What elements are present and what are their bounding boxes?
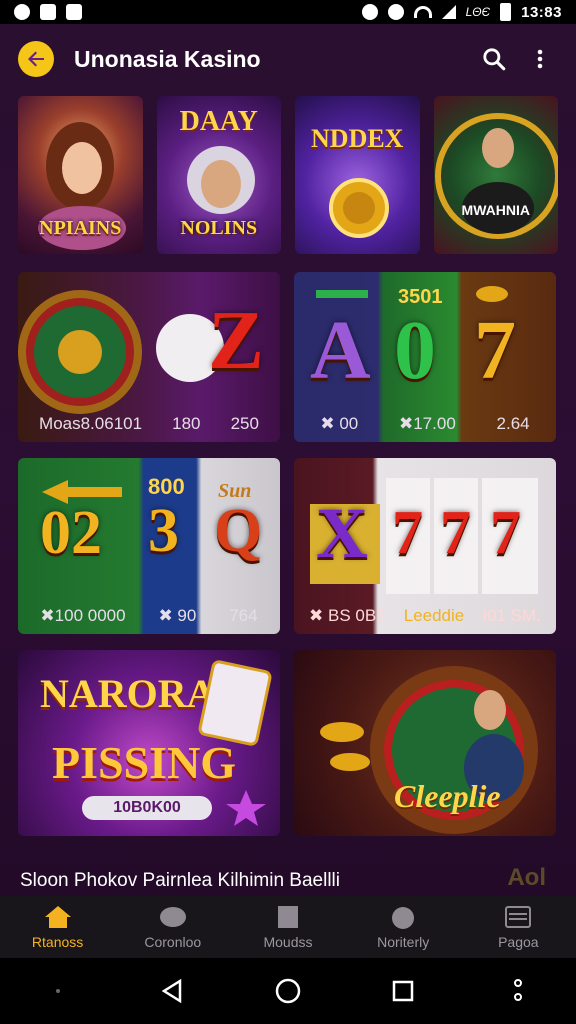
section-side-text: Aol <box>507 864 546 891</box>
nav-label: Coronloo <box>144 934 202 950</box>
triangle-back-icon <box>161 978 182 1004</box>
game-caption: ✖ 00 ✖17.00 2.64 <box>294 414 556 434</box>
search-icon <box>483 48 506 71</box>
caption-value: 250 <box>230 414 259 433</box>
slot-symbol: 3 <box>148 497 179 565</box>
home-nav-button[interactable] <box>258 971 318 1011</box>
slot-symbol: 7 <box>440 499 471 567</box>
accessibility-nav-button[interactable] <box>488 971 548 1011</box>
recents-nav-button[interactable] <box>373 971 433 1011</box>
sync-icon <box>387 4 404 20</box>
wifi-icon <box>413 6 432 18</box>
slot-symbol: 7 <box>474 304 516 397</box>
game-caption: Moas8.06101 180 250 <box>18 414 280 434</box>
featured-tile-4[interactable]: MWAHNIA <box>433 96 558 254</box>
featured-tile-label: MWAHNIA <box>461 202 530 218</box>
man-roulette-icon <box>434 113 558 239</box>
slot-symbol: X <box>316 493 368 573</box>
back-button[interactable] <box>18 41 54 77</box>
status-left <box>14 4 82 20</box>
featured-row: NPIAINS DAAY NOLINS NDDEX MWAHNIA <box>0 94 576 254</box>
sys-dot <box>28 971 88 1011</box>
back-arrow-icon <box>28 51 44 67</box>
caption-value: 764 <box>229 606 258 625</box>
gallery-icon <box>40 4 56 20</box>
nav-item-modes[interactable]: Moudss <box>233 904 343 950</box>
home-icon <box>43 904 73 930</box>
caption-value: Moas8.06101 <box>39 414 143 433</box>
caption-value: 180 <box>172 414 201 433</box>
signal-icon <box>441 5 456 19</box>
clock: 13:83 <box>521 3 562 21</box>
nav-item-notifications[interactable]: Noriterly <box>348 904 458 950</box>
list-icon <box>503 904 533 930</box>
caption-value: ✖17.00 <box>398 414 456 433</box>
status-right: LΘЄ 13:83 <box>361 3 562 21</box>
app-title: Unonasia Kasino <box>74 45 261 72</box>
game-title: Cleeplie <box>394 778 501 814</box>
game-card[interactable]: 800 Sun 02 3 Q ✖100 0000 ✖ 90 764 <box>18 458 280 634</box>
grid-icon <box>273 904 303 930</box>
more-vert-icon <box>537 49 543 69</box>
caption-value: ✖ BS 0B7 <box>309 606 386 625</box>
featured-tile-label: NOLINS <box>180 217 258 239</box>
caption-value: 2.64 <box>496 414 530 433</box>
bottom-nav: Rtanoss Coronloo Moudss Noriterly Pagoa <box>0 896 576 958</box>
slot-symbol: Q <box>214 497 263 565</box>
status-bar: LΘЄ 13:83 <box>0 0 576 24</box>
nav-label: Moudss <box>263 934 313 950</box>
nav-item-home[interactable]: Rtanoss <box>3 904 113 950</box>
game-card[interactable]: 3501 A 0 7 ✖ 00 ✖17.00 2.64 <box>294 272 556 442</box>
app-notification-icon <box>66 4 82 20</box>
game-grid: Z Moas8.06101 180 250 3501 A 0 7 ✖ 00 ✖1… <box>0 254 576 836</box>
nav-label: Noriterly <box>377 934 430 950</box>
nav-label: Rtanoss <box>31 934 84 950</box>
featured-tile-3[interactable]: NDDEX <box>295 96 420 254</box>
slot-symbol: Z <box>208 294 265 387</box>
slot-symbol: 7 <box>490 499 521 567</box>
featured-tile-2[interactable]: DAAY NOLINS <box>156 96 281 254</box>
game-card[interactable]: Z Moas8.06101 180 250 <box>18 272 280 442</box>
featured-tile-1[interactable]: NPIAINS <box>18 96 143 254</box>
bag-icon <box>388 904 418 930</box>
nav-label: Pagoa <box>498 934 539 950</box>
game-card[interactable]: X 7 7 7 ✖ BS 0B7 Leeddie I01 SM. <box>294 458 556 634</box>
more-button[interactable] <box>522 41 558 77</box>
alarm-icon <box>361 4 378 20</box>
game-badge: 10B0K00 <box>82 796 212 820</box>
caption-value: ✖100 0000 <box>40 606 126 625</box>
accessibility-icon <box>514 979 523 1001</box>
game-card[interactable]: Cleeplie <box>294 650 556 836</box>
game-caption: ✖ BS 0B7 Leeddie I01 SM. <box>294 606 556 626</box>
nav-item-cards[interactable]: Coronloo <box>118 904 228 950</box>
system-nav-bar <box>0 958 576 1024</box>
slot-symbol: 7 <box>392 499 423 567</box>
game-subtitle: PISSING <box>52 737 237 788</box>
slot-symbol: 02 <box>40 499 102 567</box>
app-screen: Unonasia Kasino NPIAINS DAAY NOLINS NDDE… <box>0 24 576 958</box>
battery-icon <box>500 3 512 21</box>
square-recents-icon <box>392 980 414 1002</box>
game-caption: ✖100 0000 ✖ 90 764 <box>18 606 280 626</box>
app-bar: Unonasia Kasino <box>0 24 576 94</box>
nav-item-pages[interactable]: Pagoa <box>463 904 573 950</box>
game-card[interactable]: NARORA PISSING 10B0K00 <box>18 650 280 836</box>
network-indicator: LΘЄ <box>465 5 491 19</box>
caption-value: ✖ 90 <box>158 606 197 625</box>
slot-symbol: A <box>310 304 371 397</box>
featured-tile-label: NPIAINS <box>39 217 122 239</box>
slot-symbol: 0 <box>394 304 436 397</box>
caption-value: ✖ 00 <box>320 414 359 433</box>
search-button[interactable] <box>476 41 512 77</box>
caption-value: Leeddie <box>403 606 465 625</box>
gold-coin-icon <box>329 178 389 238</box>
back-nav-button[interactable] <box>143 971 203 1011</box>
section-title: Sloon Phokov Pairnlea Kilhimin Baellli <box>20 870 341 891</box>
circle-home-icon <box>275 978 301 1004</box>
caption-value: I01 SM. <box>482 606 541 625</box>
notification-icon <box>14 4 30 20</box>
cards-icon <box>158 904 188 930</box>
